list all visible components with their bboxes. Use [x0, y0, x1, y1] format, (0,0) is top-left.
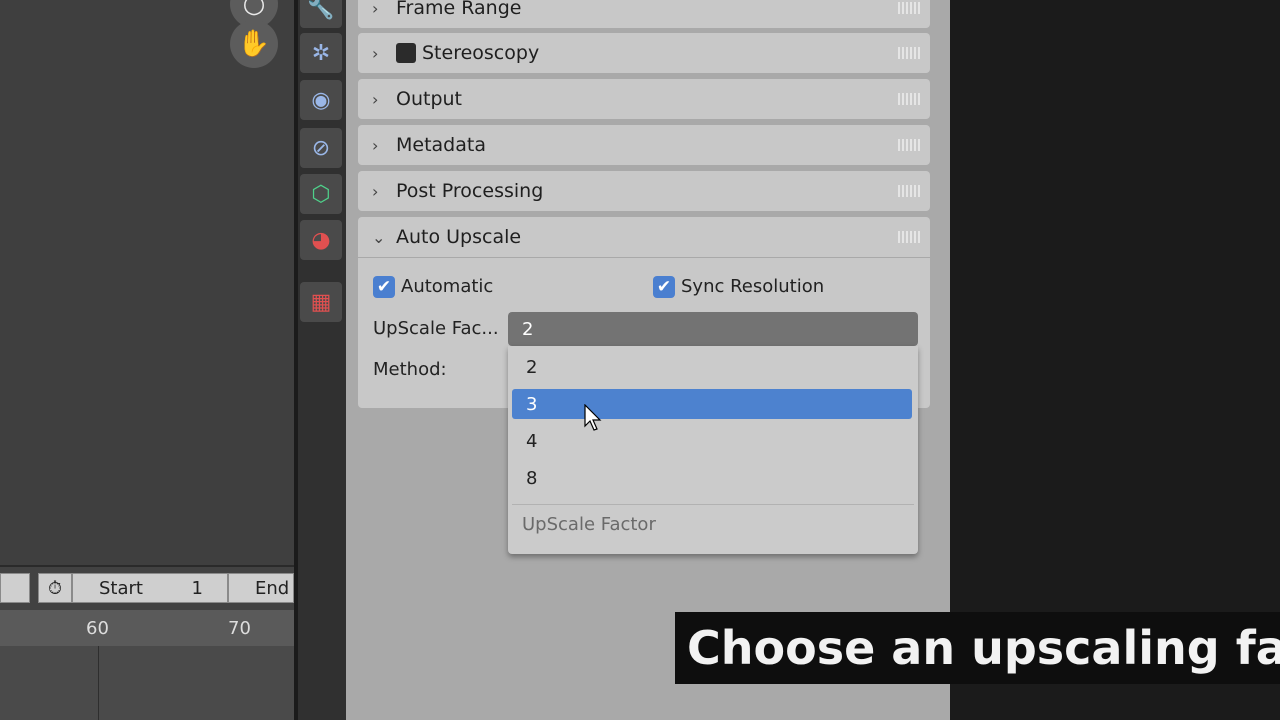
end-frame-field[interactable]: End: [228, 573, 294, 603]
menu-option-label: 2: [526, 356, 538, 378]
method-label: Method:: [373, 359, 447, 380]
timeline-header: ⏱ Start 1 End: [0, 565, 294, 611]
menu-option-label: 4: [526, 430, 538, 452]
end-label: End: [255, 577, 290, 599]
frame-line: [98, 646, 99, 720]
upscale-factor-dropdown[interactable]: 2: [508, 312, 918, 346]
grip-icon[interactable]: [898, 139, 920, 151]
timeline-field-left[interactable]: [0, 573, 30, 603]
menu-option-8[interactable]: 8: [512, 463, 912, 493]
start-value: 1: [191, 577, 203, 599]
properties-tab-strip: 🔧 ✲ ◉ ⊘ ⬡ ◕ ▦: [298, 0, 346, 720]
panel-stereoscopy[interactable]: › Stereoscopy: [358, 33, 930, 73]
chevron-right-icon: ›: [372, 0, 379, 18]
menu-title: UpScale Factor: [522, 514, 656, 535]
object-data-icon[interactable]: ⬡: [300, 174, 342, 214]
chevron-right-icon: ›: [372, 89, 379, 109]
timeline-body[interactable]: [0, 646, 294, 720]
panel-label: Auto Upscale: [396, 226, 522, 248]
chevron-down-icon: ⌄: [372, 227, 386, 247]
panel-frame-range[interactable]: › Frame Range: [358, 0, 930, 28]
wrench-icon[interactable]: 🔧: [300, 0, 342, 28]
automatic-label: Automatic: [401, 276, 494, 297]
panel-label: Metadata: [396, 134, 486, 156]
upscale-factor-label: UpScale Fac...: [373, 318, 499, 339]
menu-option-label: 8: [526, 467, 538, 489]
chevron-right-icon: ›: [372, 43, 379, 63]
physics-icon[interactable]: ◉: [300, 80, 342, 120]
menu-option-2[interactable]: 2: [512, 352, 912, 382]
stereoscopy-checkbox[interactable]: [396, 43, 416, 63]
grip-icon[interactable]: [898, 231, 920, 243]
menu-option-3[interactable]: 3: [512, 389, 912, 419]
3d-viewport[interactable]: ○ ✋ ⏱ Start 1 End 60 70: [0, 0, 294, 720]
start-frame-field[interactable]: Start 1: [72, 573, 228, 603]
upscale-factor-menu: 2 3 4 8 UpScale Factor: [508, 346, 918, 554]
ruler-tick: 60: [86, 618, 109, 639]
mouse-cursor-icon: [584, 404, 602, 431]
menu-option-label: 3: [526, 393, 538, 415]
panel-output[interactable]: › Output: [358, 79, 930, 119]
video-caption: Choose an upscaling factor: [675, 612, 1280, 684]
start-label: Start: [99, 577, 143, 599]
sync-resolution-checkbox[interactable]: ✔: [653, 276, 675, 298]
panel-auto-upscale[interactable]: ⌄ Auto Upscale: [358, 217, 930, 257]
chevron-right-icon: ›: [372, 135, 379, 155]
grip-icon[interactable]: [898, 2, 920, 14]
upscale-factor-value: 2: [522, 318, 534, 340]
grip-icon[interactable]: [898, 47, 920, 59]
caption-text: Choose an upscaling factor: [687, 621, 1280, 675]
panel-metadata[interactable]: › Metadata: [358, 125, 930, 165]
hand-icon[interactable]: ✋: [230, 20, 278, 68]
chevron-right-icon: ›: [372, 181, 379, 201]
stopwatch-icon[interactable]: ⏱: [38, 573, 72, 603]
panel-label: Post Processing: [396, 180, 544, 202]
ruler-tick: 70: [228, 618, 251, 639]
particles-icon[interactable]: ✲: [300, 33, 342, 73]
sync-resolution-label: Sync Resolution: [681, 276, 825, 297]
panel-label: Frame Range: [396, 0, 522, 19]
automatic-checkbox[interactable]: ✔: [373, 276, 395, 298]
grip-icon[interactable]: [898, 93, 920, 105]
menu-option-4[interactable]: 4: [512, 426, 912, 456]
texture-icon[interactable]: ▦: [300, 282, 342, 322]
panel-post-processing[interactable]: › Post Processing: [358, 171, 930, 211]
timeline-ruler[interactable]: 60 70: [0, 610, 294, 646]
constraints-icon[interactable]: ⊘: [300, 128, 342, 168]
panel-label: Output: [396, 88, 462, 110]
menu-divider: [512, 504, 914, 505]
panel-label: Stereoscopy: [422, 42, 540, 64]
material-icon[interactable]: ◕: [300, 220, 342, 260]
grip-icon[interactable]: [898, 185, 920, 197]
